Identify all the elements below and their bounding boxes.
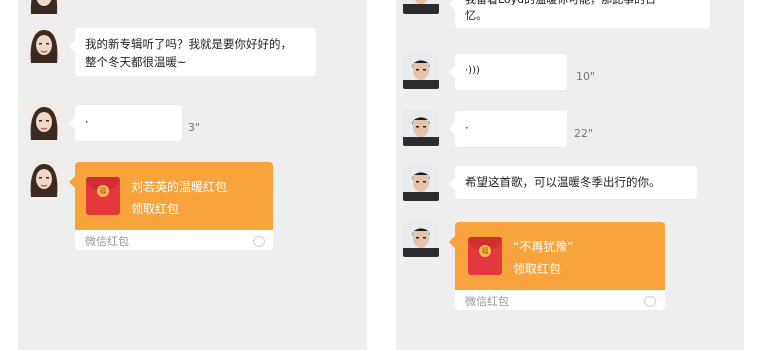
red-packet-header: 福 “不再犹豫” 领取红包 [449, 222, 665, 290]
message-line: 希望这首歌，可以温暖冬季出行的你。 [465, 175, 661, 189]
male-avatar[interactable] [403, 0, 439, 14]
red-envelope-icon: 福 [86, 177, 120, 215]
red-packet-title: 刘若英的温暖红包 [131, 180, 228, 194]
male-avatar[interactable] [403, 110, 439, 146]
voice-duration: 22" [574, 127, 594, 140]
red-packet-footer: 微信红包 [85, 235, 129, 248]
red-packet-header: 福 刘若英的温暖红包 领取红包 [69, 162, 273, 230]
message-line: 忆。 [465, 9, 487, 22]
male-avatar[interactable] [403, 165, 439, 201]
male-avatar[interactable] [403, 53, 439, 89]
female-avatar[interactable] [26, 161, 62, 197]
voice-duration: 3" [188, 121, 201, 134]
red-envelope-icon: 福 [468, 237, 502, 275]
right-chat-panel: 我留着Loyd的温暖你可能，那此事的日 忆。 ·))) 10" · 22" 希望… [396, 0, 744, 350]
message-line: 我的新专辑听了吗？我就是要你好好的， [85, 37, 292, 51]
text-message-bubble[interactable]: 我留着Loyd的温暖你可能，那此事的日 忆。 [449, 0, 710, 28]
voice-wave-icon: · [465, 121, 469, 135]
voice-message-bubble[interactable]: ·))) [449, 54, 567, 90]
female-avatar[interactable] [26, 104, 62, 140]
message-line: 整个冬天都很温暖~ [85, 55, 187, 69]
text-message-bubble[interactable]: 希望这首歌，可以温暖冬季出行的你。 [449, 166, 697, 199]
male-avatar[interactable] [403, 221, 439, 257]
voice-message-bubble[interactable]: · [69, 105, 182, 141]
text-message-bubble[interactable]: 我的新专辑听了吗？我就是要你好好的， 整个冬天都很温暖~ [69, 28, 316, 76]
red-packet-card[interactable]: 福 “不再犹豫” 领取红包 微信红包 [449, 222, 665, 310]
wechat-pay-logo [253, 236, 265, 247]
voice-wave-icon: · [85, 115, 89, 129]
red-packet-card[interactable]: 福 刘若英的温暖红包 领取红包 微信红包 [69, 162, 273, 250]
red-packet-footer: 微信红包 [465, 295, 509, 308]
wechat-pay-logo [644, 296, 656, 307]
red-packet-subtitle: 领取红包 [131, 202, 180, 216]
left-chat-panel: 我的新专辑听了吗？我就是要你好好的， 整个冬天都很温暖~ · 3" 福 刘若英的… [18, 0, 367, 350]
female-avatar[interactable] [26, 27, 62, 63]
female-avatar[interactable] [26, 0, 62, 14]
voice-message-bubble[interactable]: · [449, 111, 567, 147]
voice-duration: 10" [576, 70, 596, 83]
voice-wave-icon: ·))) [465, 65, 480, 76]
red-packet-subtitle: 领取红包 [513, 262, 562, 276]
red-packet-title: “不再犹豫” [513, 240, 574, 254]
message-line: 我留着Loyd的温暖你可能，那此事的日 [465, 0, 700, 8]
